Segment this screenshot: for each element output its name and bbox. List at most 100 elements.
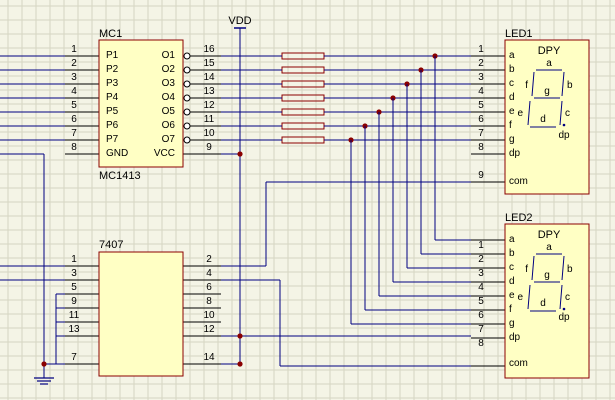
mc1-left-pin-name: P6 — [106, 120, 119, 131]
mc1-left-pin-num: 6 — [71, 114, 77, 125]
mc1-right-pin-num: 10 — [203, 128, 215, 139]
mc1-right-pin-name: VCC — [154, 148, 175, 159]
mc1-left-pin-name: P1 — [106, 50, 119, 61]
ic7407-body — [98, 251, 184, 377]
led2-seg-label-a: a — [546, 242, 552, 253]
led1-pin-name: f — [509, 120, 512, 131]
led1-ref: LED1 — [505, 28, 533, 40]
mc1-right-pin-num: 9 — [206, 142, 212, 153]
led2-seg-label-g: g — [544, 270, 550, 281]
ic7407-left-pin-num: 7 — [71, 352, 77, 363]
mc1-right-pin-name: O1 — [162, 50, 176, 61]
ic7407-right-pin-num: 4 — [206, 268, 212, 279]
inverter-bubble — [183, 136, 191, 144]
mc1-left-pin-num: 1 — [71, 44, 77, 55]
led2-pin-name: c — [509, 262, 514, 273]
led1-seg-label-f: f — [525, 80, 528, 91]
led2-seg-label-b: b — [567, 264, 573, 275]
led1-pin-num: 9 — [478, 170, 484, 181]
led2-pin-name: g — [509, 318, 515, 329]
mc1-left-pin-name: P7 — [106, 134, 119, 145]
led1-pin-num: 6 — [478, 114, 484, 125]
led2-pin-name: d — [509, 276, 515, 287]
led1-pin-name: g — [509, 134, 515, 145]
led1-seg-label-c: c — [565, 108, 570, 119]
mc1-right-pin-num: 14 — [203, 72, 215, 83]
led2-pin-name: f — [509, 304, 512, 315]
mc1-left-pin-num: 4 — [71, 86, 77, 97]
mc1-right-pin-num: 12 — [203, 100, 215, 111]
mc1-left-pin-num: 8 — [71, 142, 77, 153]
mc1-left-pin-num: 2 — [71, 58, 77, 69]
ic7407-left-pin-num: 9 — [71, 296, 77, 307]
junction-dot — [237, 333, 243, 339]
led1-pin-name: a — [509, 50, 515, 61]
led2-seg-label-c: c — [565, 292, 570, 303]
led2-seg-dp — [562, 307, 566, 311]
led2-pin-name: b — [509, 248, 515, 259]
led1-pin-num: 5 — [478, 100, 484, 111]
ic7407-right-pin-num: 6 — [206, 282, 212, 293]
mc1-left-pin-name: GND — [106, 148, 128, 159]
led1-pin-name: c — [509, 78, 514, 89]
ic7407-left-pin-num: 13 — [68, 324, 80, 335]
led1-seg-label-d: d — [540, 114, 546, 125]
led1-seg-label-a: a — [546, 58, 552, 69]
mc1-right-pin-num: 15 — [203, 58, 215, 69]
ic7407-right-pin-num: 12 — [203, 324, 215, 335]
led1-seg-label-g: g — [544, 86, 550, 97]
mc1-chip[interactable]: MC1 MC1413 1 2 3 4 5 6 7 8 P1 P2 P3 P4 P… — [71, 28, 215, 182]
inverter-bubble — [183, 52, 191, 60]
mc1-left-pin-name: P4 — [106, 92, 119, 103]
ic7407-left-pin-num: 3 — [71, 268, 77, 279]
led1-pin-num: 2 — [478, 58, 484, 69]
ic7407-right-pin-num: 8 — [206, 296, 212, 307]
mc1-right-pin-name: O4 — [162, 92, 176, 103]
led2-pin-name: dp — [509, 332, 521, 343]
led1-display[interactable]: LED1 DPY 1 2 3 4 5 6 7 8 9 a b c d e f g… — [478, 28, 590, 195]
inverter-bubble — [183, 80, 191, 88]
led2-pin-num: 1 — [478, 240, 484, 251]
mc1-left-pin-num: 3 — [71, 72, 77, 83]
mc1-right-pin-num: 11 — [204, 114, 215, 125]
mc1-right-pin-name: O6 — [162, 120, 176, 131]
led1-type: DPY — [538, 45, 561, 57]
led2-seg-label-f: f — [525, 264, 528, 275]
inverter-bubble — [183, 122, 191, 130]
mc1-right-pin-num: 13 — [203, 86, 215, 97]
mc1-ref: MC1 — [99, 28, 122, 40]
led1-pin-name: com — [509, 176, 528, 187]
led2-pin-num: 3 — [478, 268, 484, 279]
led1-pin-num: 1 — [478, 44, 484, 55]
led2-pin-name: e — [509, 290, 515, 301]
led2-pin-num: 6 — [478, 310, 484, 321]
led2-seg-label-dp: dp — [558, 312, 570, 323]
led1-pin-num: 7 — [478, 128, 484, 139]
led1-seg-label-e: e — [517, 108, 523, 119]
ic7407-right-pin-num: 10 — [203, 310, 215, 321]
mc1-left-pin-name: P3 — [106, 78, 119, 89]
mc1-right-pin-name: O2 — [162, 64, 176, 75]
mc1-right-pin-name: O3 — [162, 78, 176, 89]
led1-pin-num: 4 — [478, 86, 484, 97]
led2-seg-label-e: e — [517, 292, 523, 303]
led2-ref: LED2 — [505, 212, 533, 224]
led2-pin-name: a — [509, 234, 515, 245]
led1-pin-num: 3 — [478, 72, 484, 83]
led2-pin-num: 4 — [478, 282, 484, 293]
led1-pin-num: 8 — [478, 142, 484, 153]
junction-dot — [237, 151, 243, 157]
inverter-bubble — [183, 94, 191, 102]
led1-seg-dp — [562, 123, 566, 127]
led1-pin-name: b — [509, 64, 515, 75]
ic7407-part: 7407 — [99, 239, 123, 251]
mc1-left-pin-name: P5 — [106, 106, 119, 117]
led2-seg-label-d: d — [540, 298, 546, 309]
led2-pin-num: 2 — [478, 254, 484, 265]
mc1-left-pin-num: 5 — [71, 100, 77, 111]
mc1-part: MC1413 — [99, 170, 141, 182]
led2-display[interactable]: LED2 DPY 1 2 3 4 5 6 7 8 a b c d e f g d… — [478, 212, 590, 379]
ic7407-left-pin-num: 5 — [71, 282, 77, 293]
led1-pin-name: d — [509, 92, 515, 103]
mc1-right-pin-name: O7 — [162, 134, 176, 145]
